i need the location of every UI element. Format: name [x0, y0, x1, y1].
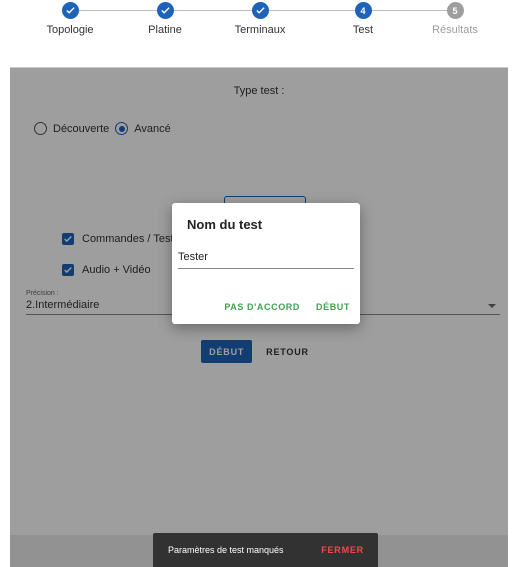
snackbar: Paramètres de test manqués FERMER [153, 533, 378, 567]
check-icon [61, 2, 79, 19]
check-icon [251, 2, 269, 19]
step-resultats[interactable]: 5 Résultats [405, 2, 505, 36]
step-number-badge: 5 [446, 2, 464, 19]
step-terminaux[interactable]: Terminaux [210, 2, 310, 36]
confirm-start-button[interactable]: DÉBUT [316, 302, 350, 312]
snackbar-message: Paramètres de test manqués [168, 545, 284, 555]
step-number-badge: 4 [354, 2, 372, 19]
step-label: Résultats [432, 24, 478, 36]
dialog-title: Nom du test [187, 217, 263, 232]
check-icon [156, 2, 174, 19]
step-label: Terminaux [234, 24, 286, 36]
test-name-input[interactable]: Tester [178, 251, 354, 269]
step-label: Test [352, 24, 374, 36]
dialog-actions: PAS D'ACCORD DÉBUT [224, 302, 350, 312]
step-test[interactable]: 4 Test [313, 2, 413, 36]
cancel-button[interactable]: PAS D'ACCORD [224, 302, 300, 312]
step-topologie[interactable]: Topologie [20, 2, 120, 36]
test-name-dialog: Nom du test Tester PAS D'ACCORD DÉBUT [172, 203, 360, 324]
step-label: Topologie [46, 24, 94, 36]
step-label: Platine [148, 24, 182, 36]
step-platine[interactable]: Platine [115, 2, 215, 36]
stepper: Topologie Platine Terminaux 4 Test 5 Rés… [10, 0, 508, 68]
snackbar-close-button[interactable]: FERMER [321, 545, 364, 555]
